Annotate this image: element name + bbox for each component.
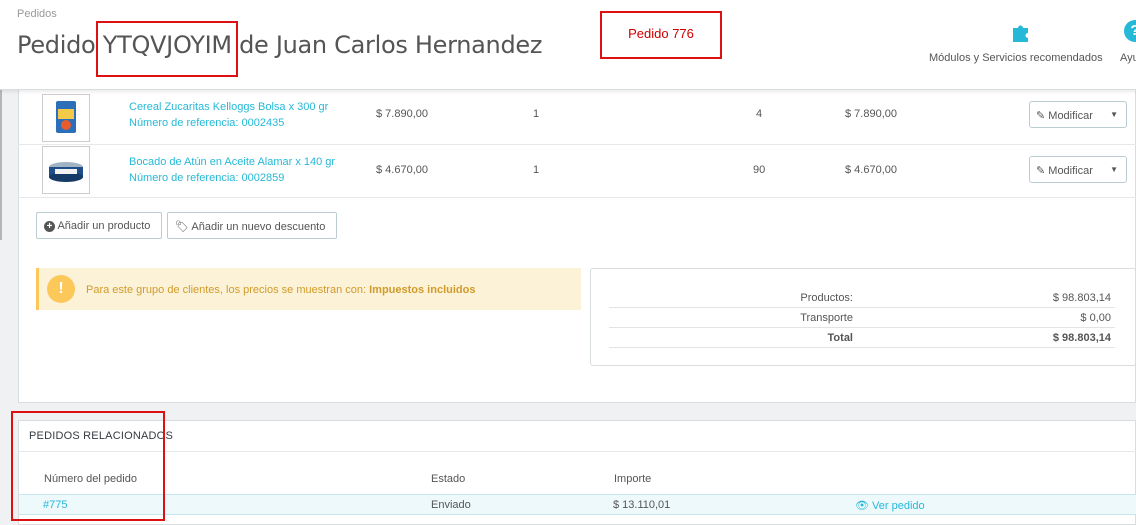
modules-label: Módulos y Servicios recomendados xyxy=(929,52,1103,64)
tax-info-alert: ! Para este grupo de clientes, los preci… xyxy=(36,268,581,310)
highlight-box-related xyxy=(11,411,165,521)
order-status: Enviado xyxy=(431,499,471,511)
totals-value: $ 98.803,14 xyxy=(1052,332,1111,344)
product-price: $ 7.890,00 xyxy=(376,108,428,120)
modify-label: Modificar xyxy=(1048,110,1093,122)
column-header-amount: Importe xyxy=(614,473,652,485)
totals-row-total: Total $ 98.803,14 xyxy=(609,328,1115,348)
modify-button[interactable]: ✎ Modificar ▼ xyxy=(1029,156,1127,183)
pencil-icon: ✎ xyxy=(1036,110,1046,122)
totals-value: $ 0,00 xyxy=(1080,312,1111,324)
puzzle-icon xyxy=(1013,25,1028,42)
table-row[interactable]: #775 Enviado $ 13.110,01 👁 Ver pedido xyxy=(19,494,1136,515)
totals-row-shipping: Transporte $ 0,00 xyxy=(609,308,1115,328)
pencil-icon: ✎ xyxy=(1036,165,1046,177)
modify-label: Modificar xyxy=(1048,165,1093,177)
help-link[interactable]: ? Ayu xyxy=(1120,20,1136,64)
alert-text: Para este grupo de clientes, los precios… xyxy=(86,284,367,296)
modules-services-link[interactable]: Módulos y Servicios recomendados xyxy=(929,20,1109,64)
help-label: Ayu xyxy=(1120,52,1136,64)
breadcrumb[interactable]: Pedidos xyxy=(17,8,57,20)
view-order-label: Ver pedido xyxy=(872,500,925,512)
totals-label: Productos: xyxy=(800,292,853,304)
alert-emphasis: Impuestos incluidos xyxy=(369,284,476,296)
product-quantity: 1 xyxy=(533,108,540,120)
product-total: $ 4.670,00 xyxy=(845,164,897,176)
totals-label: Transporte xyxy=(800,312,853,324)
title-customer: de Juan Carlos Hernandez xyxy=(231,31,543,59)
cereal-box-image xyxy=(42,94,90,142)
add-discount-button[interactable]: 🏷 Añadir un nuevo descuento xyxy=(167,212,337,239)
title-prefix: Pedido xyxy=(17,31,103,59)
alert-message: Para este grupo de clientes, los precios… xyxy=(86,284,475,296)
modify-button[interactable]: ✎ Modificar ▼ xyxy=(1029,101,1127,128)
product-reference[interactable]: Número de referencia: 0002435 xyxy=(129,117,284,129)
product-reference[interactable]: Número de referencia: 0002859 xyxy=(129,172,284,184)
left-rail xyxy=(0,90,2,240)
product-total: $ 7.890,00 xyxy=(845,108,897,120)
caret-down-icon[interactable]: ▼ xyxy=(1110,165,1118,174)
annotation-order-number: Pedido 776 xyxy=(600,11,722,59)
product-name[interactable]: Bocado de Atún en Aceite Alamar x 140 gr xyxy=(129,156,335,168)
product-row: Cereal Zucaritas Kelloggs Bolsa x 300 gr… xyxy=(18,90,1136,145)
product-row: Bocado de Atún en Aceite Alamar x 140 gr… xyxy=(18,143,1136,198)
product-quantity: 1 xyxy=(533,164,540,176)
product-price: $ 4.670,00 xyxy=(376,164,428,176)
totals-panel: Productos: $ 98.803,14 Transporte $ 0,00… xyxy=(590,268,1136,366)
column-header-status: Estado xyxy=(431,473,466,485)
page-header: Pedidos Pedido YTQVJOYIM de Juan Carlos … xyxy=(0,0,1136,90)
tuna-can-image xyxy=(42,146,90,194)
ticket-icon: 🏷 xyxy=(175,221,189,233)
view-order-link[interactable]: 👁 Ver pedido xyxy=(855,499,925,512)
eye-icon: 👁 xyxy=(855,500,869,512)
caret-down-icon[interactable]: ▼ xyxy=(1110,110,1118,119)
product-stock: 4 xyxy=(756,108,763,120)
related-orders-panel: PEDIDOS RELACIONADOS Número del pedido E… xyxy=(18,420,1136,525)
totals-value: $ 98.803,14 xyxy=(1052,292,1111,304)
warning-icon: ! xyxy=(47,275,75,303)
highlight-box-reference xyxy=(96,21,238,77)
order-amount: $ 13.110,01 xyxy=(613,499,671,511)
add-product-button[interactable]: + Añadir un producto xyxy=(36,212,162,239)
help-icon: ? xyxy=(1124,20,1136,42)
plus-circle-icon: + xyxy=(44,221,55,232)
divider xyxy=(19,451,1136,452)
totals-label: Total xyxy=(827,332,853,344)
product-name[interactable]: Cereal Zucaritas Kelloggs Bolsa x 300 gr xyxy=(129,101,328,113)
totals-row-products: Productos: $ 98.803,14 xyxy=(609,288,1115,308)
add-product-label: Añadir un producto xyxy=(57,220,151,232)
product-stock: 90 xyxy=(753,164,766,176)
add-discount-label: Añadir un nuevo descuento xyxy=(191,221,326,233)
